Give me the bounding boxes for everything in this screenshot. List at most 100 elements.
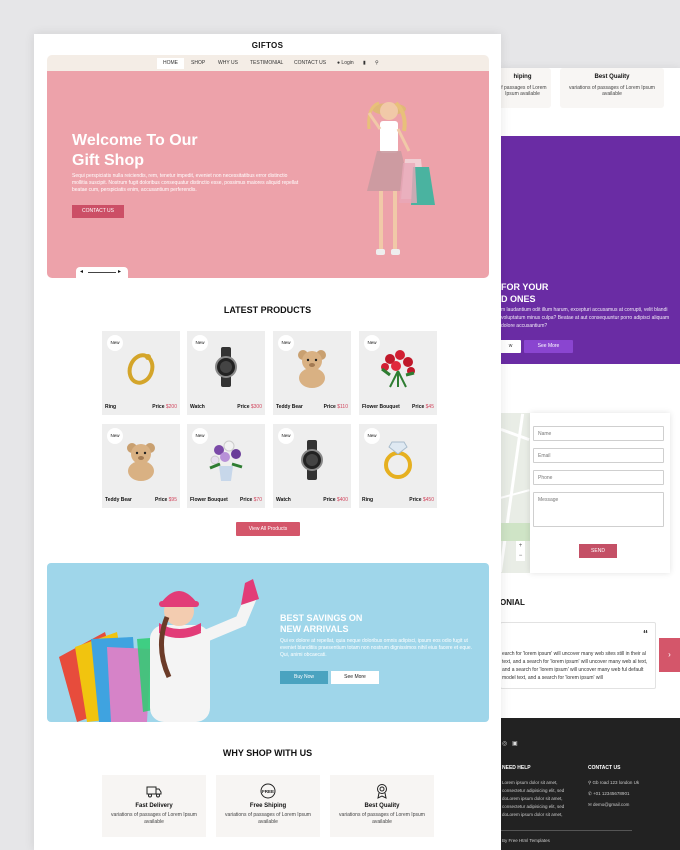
product-name: Teddy Bear bbox=[276, 404, 303, 410]
svg-text:FREE: FREE bbox=[262, 789, 274, 794]
footer-divider bbox=[500, 830, 632, 831]
instagram-icon[interactable]: ◎ bbox=[502, 740, 507, 747]
nav-login[interactable]: ● Login bbox=[337, 58, 354, 69]
user-icon: ● bbox=[337, 60, 341, 66]
nav-testimonial[interactable]: TESTIMONIAL bbox=[250, 58, 283, 69]
message-field[interactable]: Message bbox=[533, 492, 664, 527]
map[interactable]: + − bbox=[500, 413, 530, 573]
feature-card-fast-delivery: Fast Delivery variations of passages of … bbox=[102, 775, 206, 837]
product-card[interactable]: New Watch Price $400 bbox=[273, 424, 351, 508]
hero-text: Sequi perspiciatis nulla reiciendis, rem… bbox=[72, 173, 299, 193]
email-field[interactable]: Email bbox=[533, 448, 664, 463]
back-feature-card-quality: Best Quality variations of passages of L… bbox=[560, 68, 664, 108]
navbar: HOME SHOP WHY US TESTIMONIAL CONTACT US … bbox=[47, 55, 489, 71]
promo-button-1[interactable]: w bbox=[500, 340, 521, 353]
brand-logo[interactable]: GIFTOS bbox=[34, 41, 501, 50]
promo-text: m laudantium odit illum harum, excepturi… bbox=[501, 307, 670, 329]
slider-next-icon[interactable]: ▸ bbox=[118, 268, 121, 275]
feature-title: Best Quality bbox=[364, 803, 400, 809]
see-more-button[interactable]: See More bbox=[331, 671, 379, 684]
product-price: Price $45 bbox=[412, 404, 434, 410]
footer-need-help-heading: NEED HELP bbox=[502, 765, 531, 771]
slider-progress bbox=[88, 272, 116, 273]
diamond-ring-icon bbox=[376, 438, 420, 482]
nav-contact-us[interactable]: CONTACT US bbox=[294, 58, 326, 69]
product-name: Ring bbox=[105, 404, 117, 410]
product-price: Price $300 bbox=[237, 404, 262, 410]
footer: ◎ ▣ NEED HELP Lorem ipsum dolor sit amet… bbox=[500, 718, 680, 850]
feature-title: Fast Delivery bbox=[135, 803, 173, 809]
nav-shop[interactable]: SHOP bbox=[191, 58, 205, 69]
product-card[interactable]: New Flower Bouquet Price $45 bbox=[359, 331, 437, 415]
product-price: Price $110 bbox=[323, 404, 348, 410]
flower-vase-icon bbox=[204, 438, 248, 482]
quote-icon: “ bbox=[643, 629, 648, 640]
girl-with-shopping-bags-image bbox=[59, 579, 259, 722]
latest-products-heading: LATEST PRODUCTS bbox=[223, 305, 312, 315]
testimonial-card: “ earch for 'lorem ipsum' will uncover m… bbox=[500, 622, 656, 689]
product-card[interactable]: New Teddy Bear Price $110 bbox=[273, 331, 351, 415]
product-name: Flower Bouquet bbox=[190, 497, 228, 503]
product-name: Teddy Bear bbox=[105, 497, 132, 503]
promo-section: FOR YOUR D ONES m laudantium odit illum h… bbox=[500, 136, 680, 364]
watch-icon bbox=[290, 438, 334, 482]
footer-email: ✉ demo@gmail.com bbox=[588, 802, 630, 807]
hero-title: Welcome To Our Gift Shop bbox=[72, 132, 198, 169]
feature-title: Free Shiping bbox=[249, 803, 287, 809]
teddy-bear-icon bbox=[119, 438, 163, 482]
contact-form: Name Email Phone Message SEND bbox=[530, 413, 670, 573]
testimonial-heading: ONIAL bbox=[500, 598, 525, 607]
product-card[interactable]: New Teddy Bear Price $95 bbox=[102, 424, 180, 508]
product-price: Price $400 bbox=[323, 497, 348, 503]
hero-contact-button[interactable]: CONTACT US bbox=[72, 205, 124, 218]
footer-credit: By Free Html Templates bbox=[502, 838, 550, 843]
slider-control[interactable]: ◂ ▸ bbox=[76, 267, 128, 278]
feature-text: variations of passages of Lorem Ipsum av… bbox=[339, 812, 425, 825]
testimonial-next-arrow[interactable]: › bbox=[659, 638, 680, 672]
feature-card-free-shipping: FREE Free Shiping variations of passages… bbox=[216, 775, 320, 837]
product-name: Ring bbox=[362, 497, 374, 503]
product-card[interactable]: New Ring Price $200 bbox=[102, 331, 180, 415]
ring-icon bbox=[119, 345, 163, 389]
testimonial-text: earch for 'lorem ipsum' will uncover man… bbox=[502, 651, 648, 681]
product-name: Watch bbox=[276, 497, 291, 503]
background-page: hiping of passages of Lorem Ipsum availa… bbox=[500, 68, 680, 850]
name-field[interactable]: Name bbox=[533, 426, 664, 441]
search-icon[interactable]: ⚲ bbox=[375, 58, 379, 69]
product-price: Price $70 bbox=[240, 497, 262, 503]
map-zoom-controls[interactable]: + − bbox=[516, 541, 525, 561]
product-price: Price $95 bbox=[155, 497, 177, 503]
buy-now-button[interactable]: Buy Now bbox=[280, 671, 328, 684]
product-price: Price $450 bbox=[409, 497, 434, 503]
savings-title: BEST SAVINGS ON NEW ARRIVALS bbox=[280, 613, 363, 634]
promo-see-more-button[interactable]: See More bbox=[524, 340, 573, 353]
medal-icon bbox=[377, 784, 387, 799]
girl-with-bags-image bbox=[367, 101, 435, 255]
savings-banner: BEST SAVINGS ON NEW ARRIVALS Qui ex dolor… bbox=[47, 563, 489, 722]
phone-field[interactable]: Phone bbox=[533, 470, 664, 485]
product-card[interactable]: New Watch Price $300 bbox=[187, 331, 265, 415]
feature-card-best-quality: Best Quality variations of passages of L… bbox=[330, 775, 434, 837]
main-page: GIFTOS HOME SHOP WHY US TESTIMONIAL CONT… bbox=[34, 34, 501, 850]
feature-text: variations of passages of Lorem Ipsum av… bbox=[111, 812, 197, 825]
hero-banner: Welcome To Our Gift Shop Sequi perspiciat… bbox=[47, 71, 489, 278]
feature-text: variations of passages of Lorem Ipsum av… bbox=[225, 812, 311, 825]
send-button[interactable]: SEND bbox=[579, 544, 617, 558]
footer-address: ⚲ Gb road 123 london Uk bbox=[588, 780, 640, 785]
why-shop-heading: WHY SHOP WITH US bbox=[222, 748, 313, 758]
product-card[interactable]: New Ring Price $450 bbox=[359, 424, 437, 508]
promo-title: FOR YOUR D ONES bbox=[501, 282, 549, 304]
nav-why-us[interactable]: WHY US bbox=[218, 58, 238, 69]
youtube-icon[interactable]: ▣ bbox=[512, 740, 518, 747]
slider-prev-icon[interactable]: ◂ bbox=[80, 268, 83, 275]
product-name: Watch bbox=[190, 404, 205, 410]
nav-home[interactable]: HOME bbox=[157, 58, 184, 69]
footer-phone: ✆ +01 12345678901 bbox=[588, 791, 630, 796]
back-feature-card-shipping: hiping of passages of Lorem Ipsum availa… bbox=[500, 68, 551, 108]
cart-icon[interactable]: ▮ bbox=[363, 58, 366, 69]
view-all-products-button[interactable]: View All Products bbox=[236, 522, 300, 536]
free-badge-icon: FREE bbox=[260, 783, 276, 799]
product-card[interactable]: New Flower Bouquet Price $70 bbox=[187, 424, 265, 508]
watch-icon bbox=[204, 345, 248, 389]
product-price: Price $200 bbox=[152, 404, 177, 410]
